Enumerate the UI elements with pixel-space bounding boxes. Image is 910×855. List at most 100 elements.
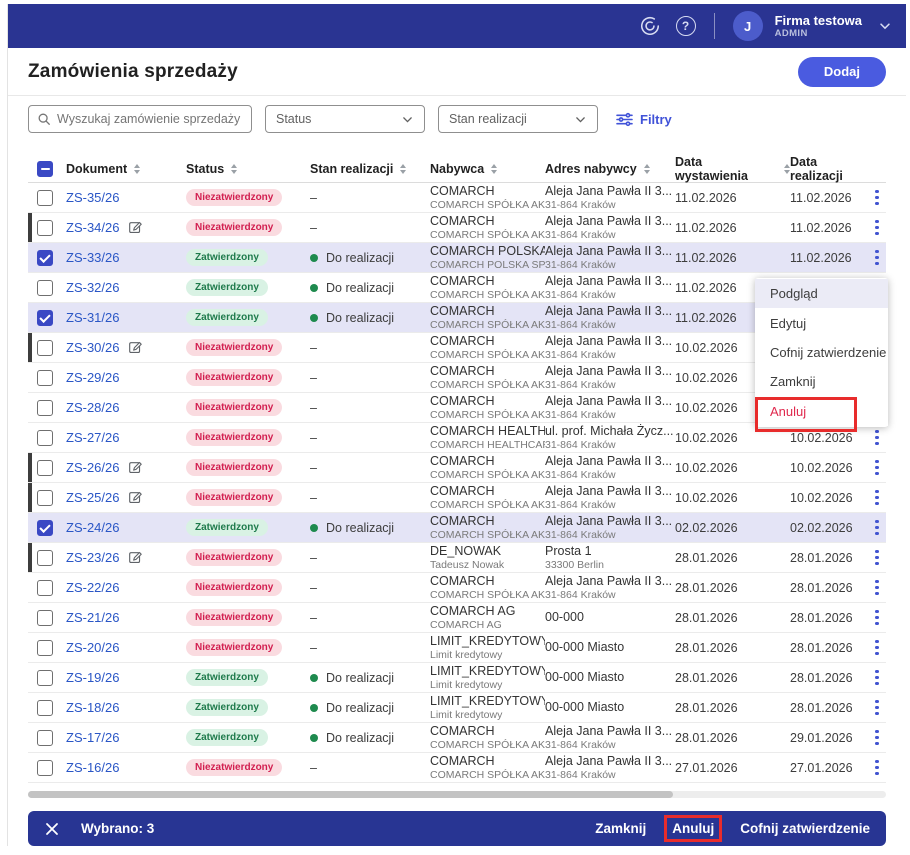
row-menu-icon[interactable]	[870, 696, 884, 720]
row-menu-icon[interactable]	[870, 576, 884, 600]
avatar[interactable]: J	[733, 11, 763, 41]
selection-action-button[interactable]: Zamknij	[595, 821, 646, 836]
row-checkbox[interactable]	[37, 430, 53, 446]
document-link[interactable]: ZS-33/26	[66, 250, 119, 265]
row-checkbox[interactable]	[37, 490, 53, 506]
search-input[interactable]	[57, 112, 243, 126]
document-link[interactable]: ZS-17/26	[66, 730, 119, 745]
table-row[interactable]: ZS-25/26 Niezatwierdzony – COMARCH COMAR…	[28, 483, 886, 513]
column-header-data-wystawienia[interactable]: Data wystawienia	[675, 155, 777, 183]
row-checkbox[interactable]	[37, 640, 53, 656]
context-menu-item[interactable]: Anuluj	[755, 397, 888, 426]
sort-icon[interactable]	[491, 164, 497, 174]
table-row[interactable]: ZS-35/26 Niezatwierdzony – COMARCH COMAR…	[28, 183, 886, 213]
document-link[interactable]: ZS-21/26	[66, 610, 119, 625]
table-row[interactable]: ZS-23/26 Niezatwierdzony – DE_NOWAK Tade…	[28, 543, 886, 573]
row-checkbox[interactable]	[37, 550, 53, 566]
table-row[interactable]: ZS-26/26 Niezatwierdzony – COMARCH COMAR…	[28, 453, 886, 483]
horizontal-scrollbar[interactable]	[28, 791, 886, 798]
context-menu-item[interactable]: Zamknij	[755, 367, 888, 396]
user-menu[interactable]: Firma testowa ADMIN	[775, 13, 862, 40]
chevron-down-icon[interactable]	[878, 19, 892, 33]
row-menu-icon[interactable]	[870, 486, 884, 510]
context-menu-item[interactable]: Edytuj	[755, 308, 888, 337]
table-row[interactable]: ZS-33/26 Zatwierdzony Do realizacji COMA…	[28, 243, 886, 273]
row-menu-icon[interactable]	[870, 726, 884, 750]
status-select[interactable]: Status	[265, 105, 425, 133]
context-menu-item[interactable]: Podgląd	[755, 279, 888, 308]
row-checkbox[interactable]	[37, 400, 53, 416]
table-row[interactable]: ZS-34/26 Niezatwierdzony – COMARCH COMAR…	[28, 213, 886, 243]
help-icon[interactable]	[676, 16, 696, 36]
document-link[interactable]: ZS-25/26	[66, 490, 119, 505]
row-checkbox[interactable]	[37, 520, 53, 536]
table-row[interactable]: ZS-16/26 Niezatwierdzony – COMARCH COMAR…	[28, 753, 886, 783]
row-checkbox[interactable]	[37, 280, 53, 296]
column-header-adres-nabywcy[interactable]: Adres nabywcy	[545, 162, 637, 176]
column-header-stan-realizacji[interactable]: Stan realizacji	[310, 162, 393, 176]
row-checkbox[interactable]	[37, 190, 53, 206]
select-all-checkbox[interactable]	[37, 161, 53, 177]
row-menu-icon[interactable]	[870, 756, 884, 780]
row-checkbox[interactable]	[37, 310, 53, 326]
row-menu-icon[interactable]	[870, 456, 884, 480]
table-row[interactable]: ZS-20/26 Niezatwierdzony – LIMIT_KREDYTO…	[28, 633, 886, 663]
document-link[interactable]: ZS-35/26	[66, 190, 119, 205]
close-icon[interactable]	[45, 822, 59, 836]
document-link[interactable]: ZS-28/26	[66, 400, 119, 415]
comarch-logo-icon[interactable]	[638, 14, 662, 38]
document-link[interactable]: ZS-32/26	[66, 280, 119, 295]
document-link[interactable]: ZS-31/26	[66, 310, 119, 325]
column-header-nabywca[interactable]: Nabywca	[430, 162, 484, 176]
selection-action-button[interactable]: Cofnij zatwierdzenie	[740, 821, 870, 836]
document-link[interactable]: ZS-27/26	[66, 430, 119, 445]
column-header-status[interactable]: Status	[186, 162, 224, 176]
document-link[interactable]: ZS-23/26	[66, 550, 119, 565]
document-link[interactable]: ZS-22/26	[66, 580, 119, 595]
filters-button[interactable]: Filtry	[616, 112, 672, 127]
document-link[interactable]: ZS-34/26	[66, 220, 119, 235]
row-checkbox[interactable]	[37, 700, 53, 716]
document-link[interactable]: ZS-26/26	[66, 460, 119, 475]
table-row[interactable]: ZS-19/26 Zatwierdzony Do realizacji LIMI…	[28, 663, 886, 693]
row-checkbox[interactable]	[37, 460, 53, 476]
row-checkbox[interactable]	[37, 250, 53, 266]
row-checkbox[interactable]	[37, 760, 53, 776]
scrollbar-thumb[interactable]	[28, 791, 673, 798]
document-link[interactable]: ZS-18/26	[66, 700, 119, 715]
table-row[interactable]: ZS-24/26 Zatwierdzony Do realizacji COMA…	[28, 513, 886, 543]
document-link[interactable]: ZS-24/26	[66, 520, 119, 535]
row-menu-icon[interactable]	[870, 606, 884, 630]
document-link[interactable]: ZS-29/26	[66, 370, 119, 385]
table-row[interactable]: ZS-17/26 Zatwierdzony Do realizacji COMA…	[28, 723, 886, 753]
selection-action-button[interactable]: Anuluj	[672, 821, 714, 836]
add-button[interactable]: Dodaj	[798, 57, 886, 87]
row-menu-icon[interactable]	[870, 636, 884, 660]
row-menu-icon[interactable]	[870, 426, 884, 450]
sort-icon[interactable]	[644, 164, 650, 174]
table-row[interactable]: ZS-21/26 Niezatwierdzony – COMARCH AG CO…	[28, 603, 886, 633]
sort-icon[interactable]	[231, 164, 237, 174]
row-checkbox[interactable]	[37, 730, 53, 746]
document-link[interactable]: ZS-30/26	[66, 340, 119, 355]
row-menu-icon[interactable]	[870, 666, 884, 690]
table-row[interactable]: ZS-18/26 Zatwierdzony Do realizacji LIMI…	[28, 693, 886, 723]
row-checkbox[interactable]	[37, 670, 53, 686]
row-checkbox[interactable]	[37, 370, 53, 386]
sort-icon[interactable]	[134, 164, 140, 174]
realization-select[interactable]: Stan realizacji	[438, 105, 598, 133]
document-link[interactable]: ZS-19/26	[66, 670, 119, 685]
row-menu-icon[interactable]	[870, 216, 884, 240]
row-menu-icon[interactable]	[870, 246, 884, 270]
row-checkbox[interactable]	[37, 340, 53, 356]
row-menu-icon[interactable]	[870, 546, 884, 570]
row-checkbox[interactable]	[37, 610, 53, 626]
row-checkbox[interactable]	[37, 580, 53, 596]
sort-icon[interactable]	[400, 164, 406, 174]
document-link[interactable]: ZS-20/26	[66, 640, 119, 655]
context-menu-item[interactable]: Cofnij zatwierdzenie	[755, 338, 888, 367]
row-checkbox[interactable]	[37, 220, 53, 236]
document-link[interactable]: ZS-16/26	[66, 760, 119, 775]
row-menu-icon[interactable]	[870, 186, 884, 210]
table-row[interactable]: ZS-27/26 Niezatwierdzony – COMARCH HEALT…	[28, 423, 886, 453]
